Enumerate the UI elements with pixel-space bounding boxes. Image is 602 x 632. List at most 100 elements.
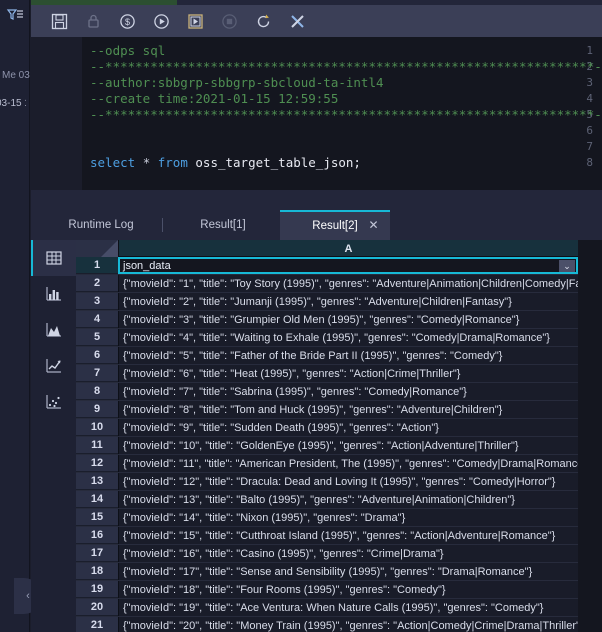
table-row[interactable]: 10 {"movieId": "9", "title": "Sudden Deat…: [76, 419, 578, 437]
table-row[interactable]: 20 {"movieId": "19", "title": "Ace Ventur…: [76, 599, 578, 617]
ide-window: Me 03 03-15 1 ‹ $: [0, 0, 602, 632]
tab-result-1[interactable]: Result[1]: [183, 210, 263, 240]
row-number[interactable]: 2: [76, 275, 118, 292]
grid-cell[interactable]: {"movieId": "5", "title": "Father of the…: [118, 347, 578, 364]
cost-button[interactable]: $: [110, 5, 144, 37]
table-row[interactable]: 15 {"movieId": "14", "title": "Nixon (199…: [76, 509, 578, 527]
table-row[interactable]: 8 {"movieId": "7", "title": "Sabrina (199…: [76, 383, 578, 401]
row-number[interactable]: 10: [76, 419, 118, 436]
view-table-button[interactable]: [31, 240, 76, 276]
table-row[interactable]: 5 {"movieId": "4", "title": "Waiting to E…: [76, 329, 578, 347]
editor-result-splitter[interactable]: [31, 190, 602, 210]
view-area-button[interactable]: [31, 312, 76, 348]
format-button[interactable]: [280, 5, 314, 37]
grid-cell[interactable]: {"movieId": "2", "title": "Jumanji (1995…: [118, 293, 578, 310]
row-number[interactable]: 20: [76, 599, 118, 616]
column-header-a[interactable]: A: [118, 240, 578, 257]
grid-cell[interactable]: {"movieId": "20", "title": "Money Train …: [118, 617, 578, 632]
table-row[interactable]: 19 {"movieId": "18", "title": "Four Rooms…: [76, 581, 578, 599]
table-row[interactable]: 2 {"movieId": "1", "title": "Toy Story (1…: [76, 275, 578, 293]
row-number[interactable]: 17: [76, 545, 118, 562]
grid-cell[interactable]: {"movieId": "6", "title": "Heat (1995)",…: [118, 365, 578, 382]
grid-corner-cell[interactable]: [76, 240, 118, 257]
table-row[interactable]: 13 {"movieId": "12", "title": "Dracula: D…: [76, 473, 578, 491]
grid-cell[interactable]: {"movieId": "9", "title": "Sudden Death …: [118, 419, 578, 436]
code-token: --**************************************…: [90, 107, 602, 122]
run-step-button[interactable]: [178, 5, 212, 37]
left-rail: Me 03 03-15 1 ‹: [0, 0, 42, 632]
table-row[interactable]: 17 {"movieId": "16", "title": "Casino (19…: [76, 545, 578, 563]
grid-cell[interactable]: json_data ⌄: [118, 257, 578, 274]
visualization-rail: [31, 240, 76, 632]
code-line: --author:sbbgrp-sbbgrp-sbcloud-ta-intl4: [90, 75, 384, 91]
chevron-down-icon[interactable]: ⌄: [559, 260, 575, 272]
row-number[interactable]: 1: [76, 257, 118, 274]
lock-button[interactable]: [76, 5, 110, 37]
sql-code-area[interactable]: --odps sql --****************************…: [82, 37, 602, 190]
table-row[interactable]: 3 {"movieId": "2", "title": "Jumanji (199…: [76, 293, 578, 311]
code-token: --create time:2021-01-15 12:59:55: [90, 91, 339, 106]
grid-cell[interactable]: {"movieId": "8", "title": "Tom and Huck …: [118, 401, 578, 418]
result-panel: A 1 json_data ⌄ 2 {"movieId": "1", "title": …: [31, 240, 602, 632]
save-button[interactable]: [42, 5, 76, 37]
code-token: --**************************************…: [90, 59, 602, 74]
row-number[interactable]: 15: [76, 509, 118, 526]
grid-cell[interactable]: {"movieId": "16", "title": "Casino (1995…: [118, 545, 578, 562]
row-number[interactable]: 9: [76, 401, 118, 418]
row-number[interactable]: 6: [76, 347, 118, 364]
row-number[interactable]: 7: [76, 365, 118, 382]
view-scatter-button[interactable]: [31, 384, 76, 420]
result-grid[interactable]: A 1 json_data ⌄ 2 {"movieId": "1", "title": …: [76, 240, 578, 632]
grid-cell[interactable]: {"movieId": "11", "title": "American Pre…: [118, 455, 578, 472]
row-number[interactable]: 11: [76, 437, 118, 454]
code-token: *: [142, 155, 158, 170]
row-number[interactable]: 12: [76, 455, 118, 472]
grid-cell[interactable]: {"movieId": "15", "title": "Cutthroat Is…: [118, 527, 578, 544]
row-number[interactable]: 5: [76, 329, 118, 346]
row-number[interactable]: 14: [76, 491, 118, 508]
view-line-button[interactable]: [31, 348, 76, 384]
grid-cell[interactable]: {"movieId": "19", "title": "Ace Ventura:…: [118, 599, 578, 616]
tab-runtime-log[interactable]: Runtime Log: [51, 210, 151, 240]
run-button[interactable]: [144, 5, 178, 37]
table-row[interactable]: 18 {"movieId": "17", "title": "Sense and …: [76, 563, 578, 581]
grid-column-header: A: [76, 240, 578, 257]
table-row[interactable]: 1 json_data ⌄: [76, 257, 578, 275]
row-number[interactable]: 8: [76, 383, 118, 400]
table-row[interactable]: 21 {"movieId": "20", "title": "Money Trai…: [76, 617, 578, 632]
grid-cell[interactable]: {"movieId": "3", "title": "Grumpier Old …: [118, 311, 578, 328]
grid-cell[interactable]: {"movieId": "18", "title": "Four Rooms (…: [118, 581, 578, 598]
grid-cell[interactable]: {"movieId": "7", "title": "Sabrina (1995…: [118, 383, 578, 400]
table-row[interactable]: 12 {"movieId": "11", "title": "American P…: [76, 455, 578, 473]
table-row[interactable]: 16 {"movieId": "15", "title": "Cutthroat …: [76, 527, 578, 545]
table-row[interactable]: 7 {"movieId": "6", "title": "Heat (1995)"…: [76, 365, 578, 383]
editor-toolbar: $: [31, 5, 602, 37]
grid-cell[interactable]: {"movieId": "4", "title": "Waiting to Ex…: [118, 329, 578, 346]
funnel-filter-icon[interactable]: [5, 6, 25, 26]
row-number[interactable]: 4: [76, 311, 118, 328]
row-number[interactable]: 18: [76, 563, 118, 580]
row-number[interactable]: 16: [76, 527, 118, 544]
code-line: --odps sql: [90, 43, 165, 59]
grid-cell[interactable]: {"movieId": "12", "title": "Dracula: Dea…: [118, 473, 578, 490]
grid-cell[interactable]: {"movieId": "1", "title": "Toy Story (19…: [118, 275, 578, 292]
view-bar-button[interactable]: [31, 276, 76, 312]
table-row[interactable]: 4 {"movieId": "3", "title": "Grumpier Old…: [76, 311, 578, 329]
row-number[interactable]: 13: [76, 473, 118, 490]
code-token: --odps sql: [90, 43, 166, 58]
grid-cell[interactable]: {"movieId": "10", "title": "GoldenEye (1…: [118, 437, 578, 454]
grid-cell[interactable]: {"movieId": "13", "title": "Balto (1995)…: [118, 491, 578, 508]
grid-cell[interactable]: {"movieId": "14", "title": "Nixon (1995)…: [118, 509, 578, 526]
table-row[interactable]: 14 {"movieId": "13", "title": "Balto (199…: [76, 491, 578, 509]
table-row[interactable]: 9 {"movieId": "8", "title": "Tom and Huck…: [76, 401, 578, 419]
svg-text:$: $: [124, 17, 129, 27]
close-icon[interactable]: ✕: [367, 219, 380, 232]
table-row[interactable]: 11 {"movieId": "10", "title": "GoldenEye …: [76, 437, 578, 455]
row-number[interactable]: 3: [76, 293, 118, 310]
grid-cell[interactable]: {"movieId": "17", "title": "Sense and Se…: [118, 563, 578, 580]
sql-editor[interactable]: 12345678 --odps sql --*******************…: [31, 37, 602, 190]
row-number[interactable]: 21: [76, 617, 118, 632]
table-row[interactable]: 6 {"movieId": "5", "title": "Father of th…: [76, 347, 578, 365]
refresh-button[interactable]: [246, 5, 280, 37]
row-number[interactable]: 19: [76, 581, 118, 598]
